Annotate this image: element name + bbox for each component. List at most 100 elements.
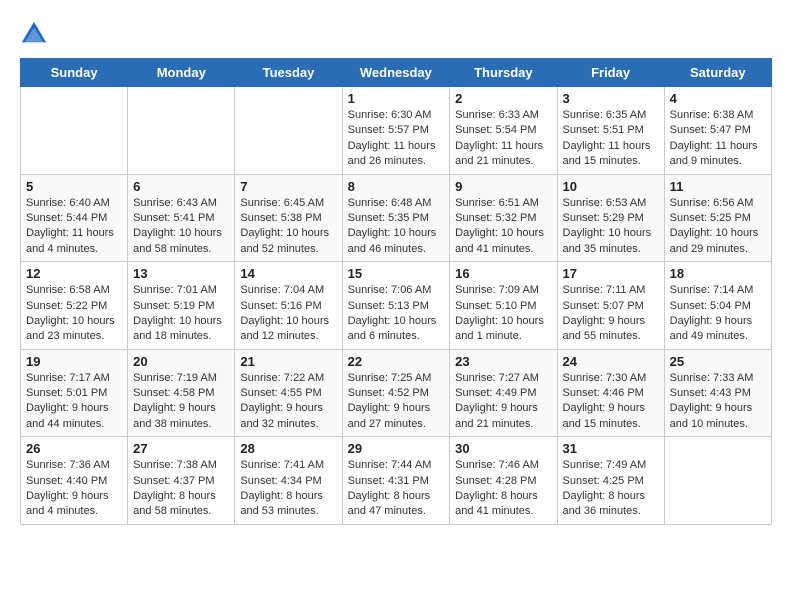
day-info: Sunrise: 7:01 AMSunset: 5:19 PMDaylight:… [133, 283, 229, 345]
day-number: 29 [348, 441, 445, 456]
calendar-cell: 20 Sunrise: 7:19 AMSunset: 4:58 PMDayligh… [128, 349, 235, 437]
weekday-sunday: Sunday [21, 59, 128, 87]
calendar-cell: 6 Sunrise: 6:43 AMSunset: 5:41 PMDaylight… [128, 174, 235, 262]
calendar-cell: 1Sunrise: 6:30 AMSunset: 5:57 PMDaylight… [342, 87, 450, 175]
day-info: Sunrise: 7:30 AMSunset: 4:46 PMDaylight:… [563, 371, 659, 433]
calendar-cell [235, 87, 342, 175]
day-info: Sunrise: 7:49 AMSunset: 4:25 PMDaylight:… [563, 458, 659, 520]
day-number: 22 [348, 354, 445, 369]
day-number: 6 [133, 179, 229, 194]
day-info: Sunrise: 7:27 AMSunset: 4:49 PMDaylight:… [455, 371, 551, 433]
calendar-cell: 29 Sunrise: 7:44 AMSunset: 4:31 PMDayligh… [342, 437, 450, 525]
calendar-cell [21, 87, 128, 175]
day-number: 5 [26, 179, 122, 194]
calendar-cell: 9 Sunrise: 6:51 AMSunset: 5:32 PMDaylight… [450, 174, 557, 262]
day-info: Sunrise: 7:46 AMSunset: 4:28 PMDaylight:… [455, 458, 551, 520]
calendar-cell: 19 Sunrise: 7:17 AMSunset: 5:01 PMDayligh… [21, 349, 128, 437]
day-number: 14 [240, 266, 336, 281]
day-number: 11 [670, 179, 766, 194]
calendar-cell: 31 Sunrise: 7:49 AMSunset: 4:25 PMDayligh… [557, 437, 664, 525]
day-info: Sunrise: 6:43 AMSunset: 5:41 PMDaylight:… [133, 196, 229, 258]
day-number: 28 [240, 441, 336, 456]
calendar-cell: 22 Sunrise: 7:25 AMSunset: 4:52 PMDayligh… [342, 349, 450, 437]
day-number: 16 [455, 266, 551, 281]
day-number: 19 [26, 354, 122, 369]
day-number: 12 [26, 266, 122, 281]
calendar-week-1: 1Sunrise: 6:30 AMSunset: 5:57 PMDaylight… [21, 87, 772, 175]
calendar-cell: 11 Sunrise: 6:56 AMSunset: 5:25 PMDayligh… [664, 174, 771, 262]
day-number: 3 [563, 91, 659, 106]
day-number: 18 [670, 266, 766, 281]
day-number: 17 [563, 266, 659, 281]
logo [20, 20, 52, 48]
day-info: Sunrise: 6:40 AMSunset: 5:44 PMDaylight:… [26, 196, 122, 258]
calendar-cell: 25 Sunrise: 7:33 AMSunset: 4:43 PMDayligh… [664, 349, 771, 437]
calendar-cell: 18 Sunrise: 7:14 AMSunset: 5:04 PMDayligh… [664, 262, 771, 350]
day-number: 31 [563, 441, 659, 456]
calendar-cell: 13 Sunrise: 7:01 AMSunset: 5:19 PMDayligh… [128, 262, 235, 350]
day-info: Sunrise: 6:38 AMSunset: 5:47 PMDaylight:… [670, 108, 766, 170]
calendar-body: 1Sunrise: 6:30 AMSunset: 5:57 PMDaylight… [21, 87, 772, 525]
day-number: 2 [455, 91, 551, 106]
calendar-cell [128, 87, 235, 175]
day-info: Sunrise: 7:44 AMSunset: 4:31 PMDaylight:… [348, 458, 445, 520]
day-info: Sunrise: 7:17 AMSunset: 5:01 PMDaylight:… [26, 371, 122, 433]
calendar-cell: 30 Sunrise: 7:46 AMSunset: 4:28 PMDayligh… [450, 437, 557, 525]
calendar-cell: 26Sunrise: 7:36 AMSunset: 4:40 PMDayligh… [21, 437, 128, 525]
day-number: 25 [670, 354, 766, 369]
calendar-cell: 17 Sunrise: 7:11 AMSunset: 5:07 PMDayligh… [557, 262, 664, 350]
calendar-table: SundayMondayTuesdayWednesdayThursdayFrid… [20, 58, 772, 525]
calendar-cell: 28 Sunrise: 7:41 AMSunset: 4:34 PMDayligh… [235, 437, 342, 525]
day-number: 26 [26, 441, 122, 456]
calendar-cell: 10 Sunrise: 6:53 AMSunset: 5:29 PMDayligh… [557, 174, 664, 262]
calendar-cell: 23 Sunrise: 7:27 AMSunset: 4:49 PMDayligh… [450, 349, 557, 437]
calendar-cell: 21 Sunrise: 7:22 AMSunset: 4:55 PMDayligh… [235, 349, 342, 437]
day-info: Sunrise: 7:19 AMSunset: 4:58 PMDaylight:… [133, 371, 229, 433]
day-info: Sunrise: 7:33 AMSunset: 4:43 PMDaylight:… [670, 371, 766, 433]
weekday-thursday: Thursday [450, 59, 557, 87]
calendar-week-4: 19 Sunrise: 7:17 AMSunset: 5:01 PMDayligh… [21, 349, 772, 437]
day-info: Sunrise: 6:30 AMSunset: 5:57 PMDaylight:… [348, 108, 445, 170]
day-number: 10 [563, 179, 659, 194]
day-info: Sunrise: 7:14 AMSunset: 5:04 PMDaylight:… [670, 283, 766, 345]
day-info: Sunrise: 7:11 AMSunset: 5:07 PMDaylight:… [563, 283, 659, 345]
day-info: Sunrise: 7:04 AMSunset: 5:16 PMDaylight:… [240, 283, 336, 345]
calendar-cell: 12 Sunrise: 6:58 AMSunset: 5:22 PMDayligh… [21, 262, 128, 350]
calendar-cell: 14 Sunrise: 7:04 AMSunset: 5:16 PMDayligh… [235, 262, 342, 350]
weekday-wednesday: Wednesday [342, 59, 450, 87]
day-number: 15 [348, 266, 445, 281]
weekday-monday: Monday [128, 59, 235, 87]
calendar-cell: 8Sunrise: 6:48 AMSunset: 5:35 PMDaylight… [342, 174, 450, 262]
calendar-cell: 7 Sunrise: 6:45 AMSunset: 5:38 PMDaylight… [235, 174, 342, 262]
calendar-cell: 16 Sunrise: 7:09 AMSunset: 5:10 PMDayligh… [450, 262, 557, 350]
day-number: 9 [455, 179, 551, 194]
day-info: Sunrise: 7:38 AMSunset: 4:37 PMDaylight:… [133, 458, 229, 520]
day-info: Sunrise: 6:33 AMSunset: 5:54 PMDaylight:… [455, 108, 551, 170]
day-number: 4 [670, 91, 766, 106]
calendar-week-3: 12 Sunrise: 6:58 AMSunset: 5:22 PMDayligh… [21, 262, 772, 350]
day-number: 21 [240, 354, 336, 369]
day-number: 23 [455, 354, 551, 369]
calendar-cell [664, 437, 771, 525]
calendar-week-2: 5 Sunrise: 6:40 AMSunset: 5:44 PMDaylight… [21, 174, 772, 262]
calendar-cell: 27Sunrise: 7:38 AMSunset: 4:37 PMDayligh… [128, 437, 235, 525]
calendar-cell: 5 Sunrise: 6:40 AMSunset: 5:44 PMDaylight… [21, 174, 128, 262]
calendar-cell: 2 Sunrise: 6:33 AMSunset: 5:54 PMDaylight… [450, 87, 557, 175]
day-info: Sunrise: 6:48 AMSunset: 5:35 PMDaylight:… [348, 196, 445, 258]
day-number: 30 [455, 441, 551, 456]
weekday-tuesday: Tuesday [235, 59, 342, 87]
day-info: Sunrise: 6:53 AMSunset: 5:29 PMDaylight:… [563, 196, 659, 258]
day-info: Sunrise: 7:25 AMSunset: 4:52 PMDaylight:… [348, 371, 445, 433]
day-number: 20 [133, 354, 229, 369]
day-info: Sunrise: 7:09 AMSunset: 5:10 PMDaylight:… [455, 283, 551, 345]
day-info: Sunrise: 6:45 AMSunset: 5:38 PMDaylight:… [240, 196, 336, 258]
day-info: Sunrise: 6:58 AMSunset: 5:22 PMDaylight:… [26, 283, 122, 345]
day-info: Sunrise: 6:51 AMSunset: 5:32 PMDaylight:… [455, 196, 551, 258]
day-info: Sunrise: 6:56 AMSunset: 5:25 PMDaylight:… [670, 196, 766, 258]
day-number: 7 [240, 179, 336, 194]
day-info: Sunrise: 7:41 AMSunset: 4:34 PMDaylight:… [240, 458, 336, 520]
day-number: 13 [133, 266, 229, 281]
calendar-cell: 24Sunrise: 7:30 AMSunset: 4:46 PMDayligh… [557, 349, 664, 437]
day-info: Sunrise: 7:22 AMSunset: 4:55 PMDaylight:… [240, 371, 336, 433]
weekday-friday: Friday [557, 59, 664, 87]
